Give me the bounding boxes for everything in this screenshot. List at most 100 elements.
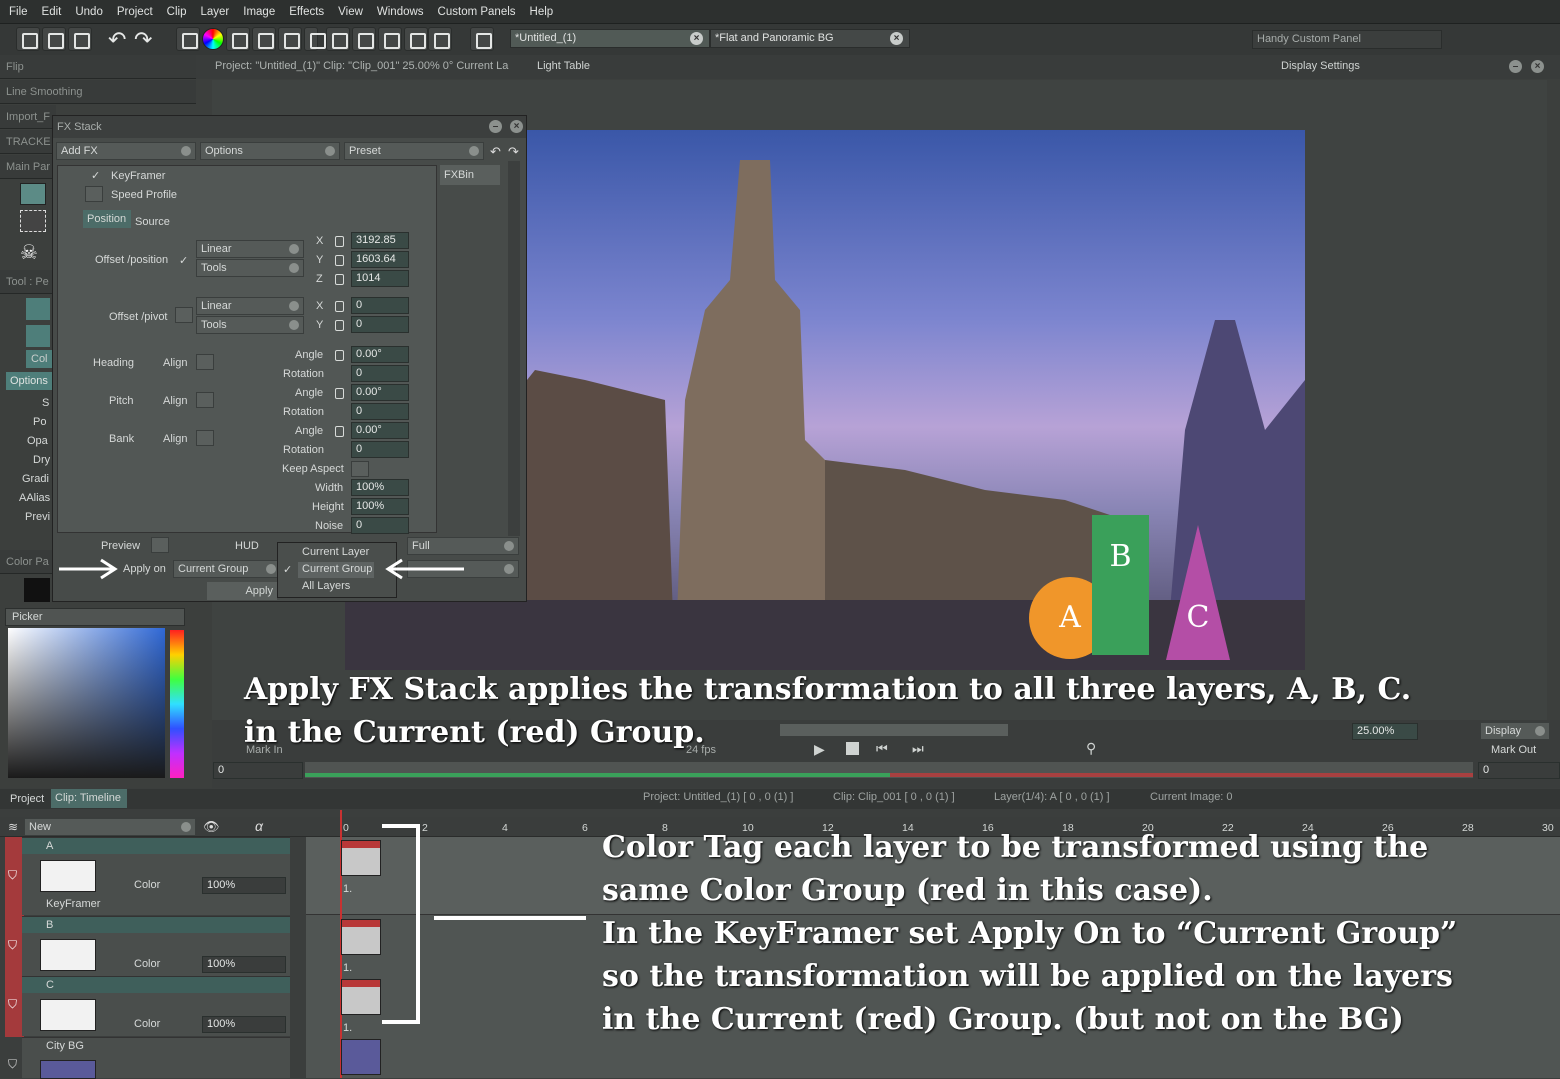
layer-a[interactable]: A Color 100% KeyFramer xyxy=(22,837,290,915)
tag-icon[interactable]: ⛉ xyxy=(8,868,17,883)
clip-cell-bg[interactable] xyxy=(341,1039,381,1075)
menu-help[interactable]: Help xyxy=(523,0,561,25)
apply-button[interactable]: Apply xyxy=(207,582,277,600)
lock-icon[interactable] xyxy=(335,274,344,285)
layer-c-thumbnail[interactable] xyxy=(40,999,96,1031)
layer-a-blend-mode[interactable]: Color xyxy=(134,879,160,891)
offset-position-tools-dropdown[interactable]: Tools xyxy=(196,259,304,277)
menu-windows[interactable]: Windows xyxy=(370,0,431,25)
menu-custom-panels[interactable]: Custom Panels xyxy=(431,0,523,25)
offset-pivot-checkbox[interactable] xyxy=(175,307,193,323)
layer-city-bg[interactable]: City BG xyxy=(22,1037,290,1079)
layer-a-thumbnail[interactable] xyxy=(40,860,96,892)
mark-out-label[interactable]: Mark Out xyxy=(1491,744,1536,756)
pitch-align-checkbox[interactable] xyxy=(196,392,214,408)
redo-icon[interactable]: ↷ xyxy=(134,27,152,53)
chart-icon[interactable] xyxy=(404,27,428,51)
eraser-tool-icon[interactable] xyxy=(26,325,50,347)
layer-b-opacity[interactable]: 100% xyxy=(202,956,286,973)
help-icon[interactable] xyxy=(470,27,494,51)
options-dropdown[interactable]: Options xyxy=(200,142,340,160)
offset-pivot-interp-dropdown[interactable]: Linear xyxy=(196,297,304,315)
apply-on-dropdown[interactable]: Current Group xyxy=(173,560,281,578)
keyframer-check-icon[interactable]: ✓ xyxy=(91,169,100,182)
library-icon[interactable] xyxy=(378,27,402,51)
selection-tool-icon[interactable] xyxy=(20,210,46,232)
noise-field[interactable]: 0 xyxy=(351,517,409,534)
layer-city-bg-name[interactable]: City BG xyxy=(46,1040,84,1052)
save-icon[interactable] xyxy=(68,27,92,51)
layer-c-blend-mode[interactable]: Color xyxy=(134,1018,160,1030)
close-icon[interactable]: × xyxy=(510,120,523,133)
tab-flat-bg[interactable]: *Flat and Panoramic BG xyxy=(710,29,910,48)
main-par-panel[interactable]: Main Par xyxy=(0,155,56,179)
quality-dropdown[interactable]: Full xyxy=(407,537,519,555)
color-panel[interactable]: Color Pa xyxy=(0,550,56,574)
eye-icon[interactable]: 👁 xyxy=(203,819,220,835)
new-layer-dropdown[interactable]: New xyxy=(24,818,196,836)
lock-icon[interactable] xyxy=(335,388,344,399)
import-panel[interactable]: Import_F xyxy=(0,105,56,129)
tab-position[interactable]: Position xyxy=(83,210,131,228)
preset-undo-icon[interactable]: ↶ xyxy=(490,144,501,160)
heading-rotation-field[interactable]: 0 xyxy=(351,365,409,382)
layer-a-name[interactable]: A xyxy=(46,840,53,852)
position-z-field[interactable]: 1014 xyxy=(351,270,409,287)
preset-dropdown[interactable]: Preset xyxy=(344,142,484,160)
menu-current-layer[interactable]: Current Layer xyxy=(302,546,369,558)
out-frame-field[interactable]: 0 xyxy=(1478,762,1560,779)
offset-pivot-tools-dropdown[interactable]: Tools xyxy=(196,316,304,334)
close-tab-icon[interactable]: × xyxy=(890,32,903,45)
lock-icon[interactable] xyxy=(335,320,344,331)
preset-redo-icon[interactable]: ↷ xyxy=(508,144,519,160)
scissors-icon[interactable] xyxy=(352,27,376,51)
menu-effects[interactable]: Effects xyxy=(282,0,331,25)
menu-image[interactable]: Image xyxy=(236,0,282,25)
play-icon[interactable]: ▶ xyxy=(814,741,825,758)
light-table-label[interactable]: Light Table xyxy=(537,60,590,72)
heading-angle-field[interactable]: 0.00° xyxy=(351,346,409,363)
layer-b-blend-mode[interactable]: Color xyxy=(134,958,160,970)
pen-icon[interactable] xyxy=(428,27,452,51)
position-y-field[interactable]: 1603.64 xyxy=(351,251,409,268)
tab-source[interactable]: Source xyxy=(135,216,170,228)
display-settings-label[interactable]: Display Settings xyxy=(1281,60,1360,72)
menu-project[interactable]: Project xyxy=(110,0,160,25)
new-document-icon[interactable] xyxy=(16,27,40,51)
layer-c[interactable]: C Color 100% xyxy=(22,976,290,1036)
clip-timeline-tab[interactable]: Clip: Timeline xyxy=(51,789,127,808)
pivot-x-field[interactable]: 0 xyxy=(351,297,409,314)
layers-icon[interactable] xyxy=(252,27,276,51)
layer-b[interactable]: B Color 100% xyxy=(22,916,290,976)
handy-custom-panel[interactable]: Handy Custom Panel xyxy=(1252,30,1442,49)
project-tab[interactable]: Project xyxy=(10,793,44,805)
options-tab[interactable]: Options xyxy=(6,372,56,390)
tag-icon[interactable]: ⛉ xyxy=(8,997,17,1012)
layer-c-opacity[interactable]: 100% xyxy=(202,1016,286,1033)
layer-a-opacity[interactable]: 100% xyxy=(202,877,286,894)
lightbulb-icon[interactable] xyxy=(278,27,302,51)
menu-layer[interactable]: Layer xyxy=(193,0,236,25)
close-tab-icon[interactable]: × xyxy=(690,32,703,45)
flip-panel[interactable]: Flip xyxy=(0,55,196,79)
pitch-angle-field[interactable]: 0.00° xyxy=(351,384,409,401)
skip-end-icon[interactable]: ⏭ xyxy=(912,741,924,757)
pen-tool-icon[interactable] xyxy=(26,298,50,320)
clip-cell-c[interactable] xyxy=(341,979,381,1015)
layer-b-thumbnail[interactable] xyxy=(40,939,96,971)
collapse-icon[interactable]: – xyxy=(489,120,502,133)
position-x-field[interactable]: 3192.85 xyxy=(351,232,409,249)
menu-file[interactable]: File xyxy=(0,0,35,25)
zoom-field[interactable]: 25.00% xyxy=(1352,723,1418,740)
tool-panel[interactable]: Tool : Pe xyxy=(0,270,56,294)
fxbin-button[interactable]: FXBin xyxy=(440,165,500,185)
hue-slider[interactable] xyxy=(170,630,184,778)
color-picker-square[interactable] xyxy=(8,628,165,778)
menu-clip[interactable]: Clip xyxy=(160,0,194,25)
clip-cell-b[interactable] xyxy=(341,919,381,955)
minimize-icon[interactable]: – xyxy=(1509,60,1522,73)
clip-cell-a[interactable] xyxy=(341,840,381,876)
marker-icon[interactable]: ⚲ xyxy=(1086,740,1096,757)
lock-icon[interactable] xyxy=(335,350,344,361)
stop-icon[interactable] xyxy=(846,742,859,755)
